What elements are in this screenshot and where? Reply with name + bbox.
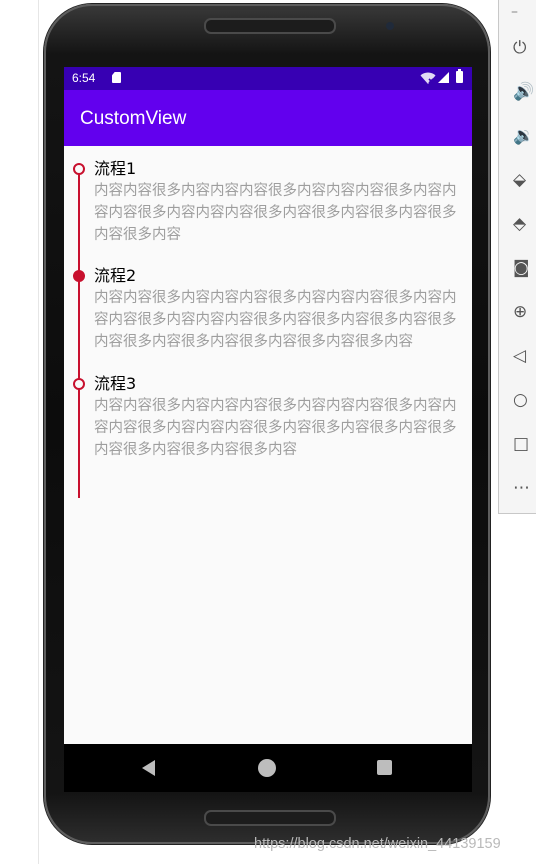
app-title: CustomView	[80, 108, 187, 129]
step-title: 流程1	[94, 159, 137, 178]
volume-up-icon[interactable]: 🔊	[513, 80, 536, 104]
camera-icon[interactable]: ◙	[513, 256, 536, 280]
power-icon[interactable]: ⏻	[513, 36, 536, 60]
device-screen: 6:54 CustomView 流程1 内容内容很多内容内容内容很多内容内容内容…	[64, 67, 472, 792]
front-camera	[386, 22, 394, 30]
status-bar: 6:54	[64, 67, 472, 90]
step-title: 流程2	[94, 266, 137, 285]
timeline-node-hollow	[73, 163, 85, 175]
emulator-toolbar: – ⏻ 🔊 🔉 ⬙ ⬘ ◙ ⊕ ◁ ○ □ ⋯	[498, 0, 536, 514]
more-icon[interactable]: ⋯	[513, 476, 536, 500]
step-body: 内容内容很多内容内容内容很多内容内容内容很多内容内容内容很多内容内容内容很多内容…	[94, 290, 457, 350]
watermark: https://blog.csdn.net/weixin_44139159	[254, 836, 501, 852]
step-title: 流程3	[94, 374, 137, 393]
app-bar: CustomView	[64, 90, 472, 146]
signal-icon	[438, 72, 449, 83]
home-icon[interactable]: ○	[513, 388, 536, 412]
page: 6:54 CustomView 流程1 内容内容很多内容内容内容很多内容内容内容…	[0, 0, 536, 864]
rotate-left-icon[interactable]: ⬙	[513, 168, 536, 192]
minimize-icon[interactable]: –	[511, 4, 518, 20]
battery-icon	[456, 69, 463, 83]
timeline-node-filled	[73, 270, 85, 282]
sd-card-icon	[112, 72, 121, 83]
zoom-icon[interactable]: ⊕	[513, 300, 536, 324]
status-time: 6:54	[72, 71, 96, 85]
home-icon[interactable]	[258, 759, 276, 777]
ide-divider	[38, 0, 39, 864]
top-speaker	[204, 18, 336, 34]
back-icon[interactable]: ◁	[513, 344, 536, 368]
wifi-icon	[420, 72, 436, 84]
volume-down-icon[interactable]: 🔉	[513, 124, 536, 148]
overview-icon[interactable]: □	[513, 432, 536, 456]
step-body: 内容内容很多内容内容内容很多内容内容内容很多内容内容内容很多内容内容内容很多内容…	[94, 398, 457, 458]
rotate-right-icon[interactable]: ⬘	[513, 212, 536, 236]
step-body: 内容内容很多内容内容内容很多内容内容内容很多内容内容内容很多内容内容内容很多内容…	[94, 183, 457, 243]
navigation-bar	[64, 744, 472, 792]
recents-icon[interactable]	[377, 760, 392, 775]
timeline-node-hollow	[73, 378, 85, 390]
bottom-speaker	[204, 810, 336, 826]
back-icon[interactable]	[142, 760, 155, 776]
timeline-line	[78, 167, 80, 498]
